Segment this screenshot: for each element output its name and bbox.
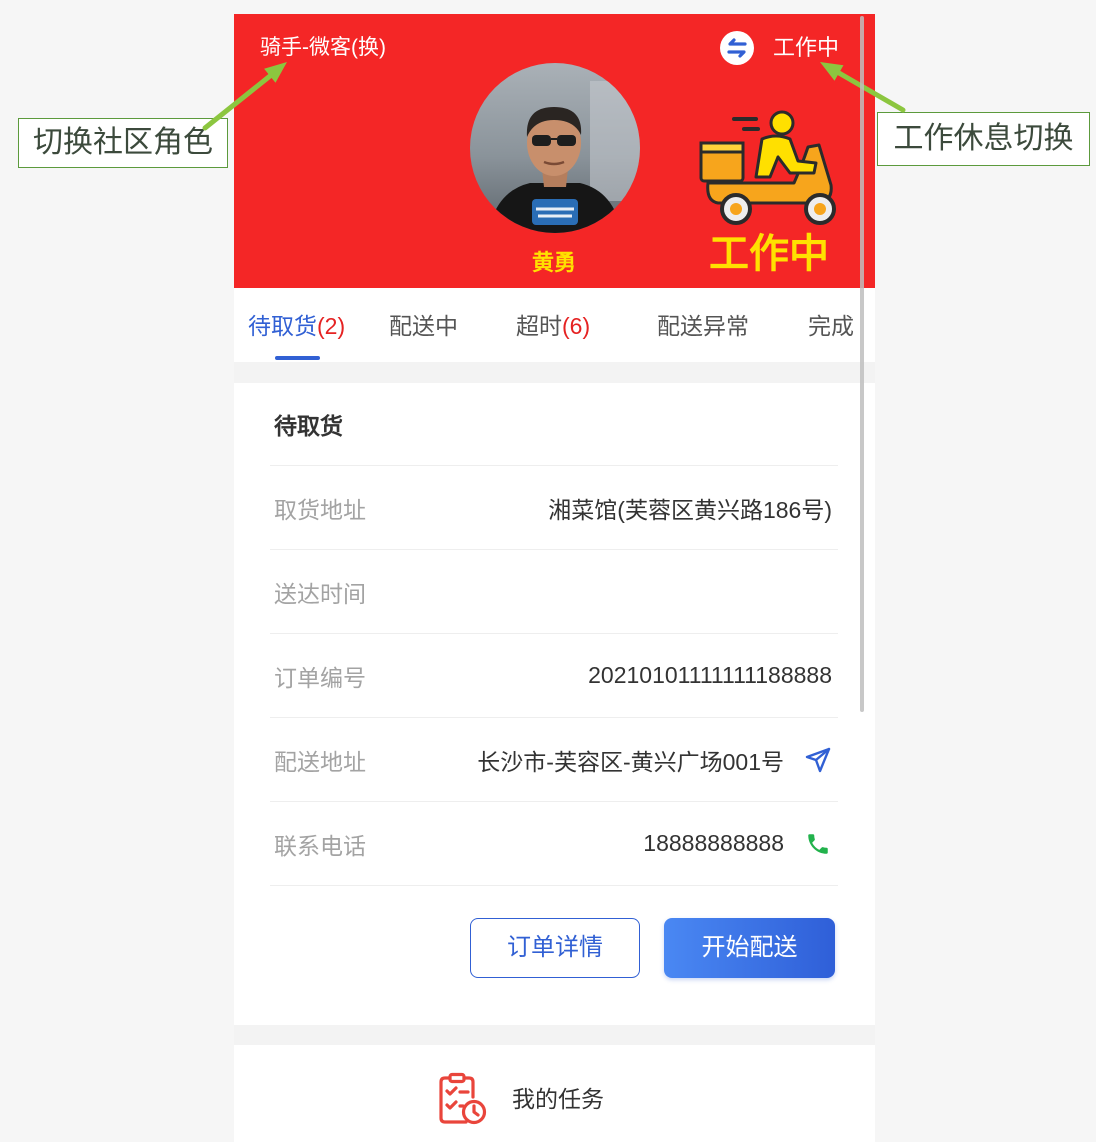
phone-icon[interactable] (805, 831, 831, 857)
tab-pending-pickup[interactable]: 待取货(2) (248, 288, 345, 362)
tab-label: 配送异常 (657, 313, 749, 339)
annotation-role-switch: 切换社区角色 (18, 118, 228, 168)
delivery-scooter-illustration (698, 105, 840, 227)
tab-label: 完成 (808, 313, 854, 339)
scooter-rider-icon (699, 110, 836, 225)
task-clipboard-icon[interactable] (437, 1072, 487, 1126)
delivery-address-label: 配送地址 (274, 748, 366, 775)
order-status-tabs: 待取货(2) 配送中 超时(6) 配送异常 完成 (234, 288, 875, 362)
role-switch-link[interactable]: 骑手-微客(换) (260, 35, 386, 61)
order-card-title: 待取货 (274, 413, 343, 439)
paper-plane-icon[interactable] (804, 746, 832, 774)
row-delivery-address: 配送地址 长沙市-芙容区-黄兴广场001号 (270, 717, 838, 801)
annotation-work-rest-switch: 工作休息切换 (877, 112, 1090, 166)
order-detail-list: 取货地址 湘菜馆(芙蓉区黄兴路186号) 送达时间 订单编号 202101011… (270, 465, 838, 886)
scrollbar-thumb[interactable] (860, 16, 864, 712)
motion-lines (732, 117, 760, 131)
delivery-box (699, 141, 745, 183)
row-contact-phone: 联系电话 18888888888 (270, 801, 838, 886)
wheel-front (804, 193, 836, 225)
tab-label: 超时 (516, 313, 562, 339)
row-delivery-time: 送达时间 (270, 549, 838, 633)
tab-count: (2) (317, 313, 346, 339)
tab-delivering[interactable]: 配送中 (389, 288, 458, 362)
tab-overtime[interactable]: 超时(6) (516, 288, 590, 362)
order-detail-button[interactable]: 订单详情 (470, 918, 640, 978)
order-number-value: 20210101111111188888 (588, 662, 832, 688)
swap-icon[interactable] (720, 31, 754, 65)
active-tab-indicator (275, 356, 320, 360)
contact-phone-value: 18888888888 (643, 830, 784, 856)
work-status-toggle[interactable]: 工作中 (720, 31, 839, 65)
status-banner: 工作中 (709, 232, 829, 276)
avatar (470, 63, 640, 233)
section-divider (234, 1025, 875, 1045)
work-status-label[interactable]: 工作中 (773, 35, 839, 61)
tab-count: (6) (562, 313, 591, 339)
start-delivery-button[interactable]: 开始配送 (664, 918, 835, 978)
my-tasks-entry[interactable]: 我的任务 (437, 1072, 604, 1126)
wheel-rear (720, 193, 752, 225)
row-pickup-address: 取货地址 湘菜馆(芙蓉区黄兴路186号) (270, 465, 838, 549)
my-tasks-label[interactable]: 我的任务 (512, 1084, 604, 1114)
tab-label: 配送中 (389, 313, 458, 339)
delivery-time-label: 送达时间 (274, 580, 366, 607)
user-avatar-photo (470, 63, 640, 233)
delivery-address-value: 长沙市-芙容区-黄兴广场001号 (477, 748, 784, 775)
user-name: 黄勇 (531, 250, 576, 275)
phone-screen: 骑手-微客(换) 工作中 黄勇 工作中 待取货(2) 配送中 超时(6) 配送异… (234, 14, 875, 1142)
pickup-address-label: 取货地址 (274, 496, 366, 523)
rider-header: 骑手-微客(换) 工作中 黄勇 工作中 (234, 14, 875, 288)
navigate-button[interactable] (804, 746, 832, 774)
tab-label: 待取货 (248, 313, 317, 339)
call-button[interactable] (804, 830, 832, 858)
pickup-address-value: 湘菜馆(芙蓉区黄兴路186号) (548, 496, 832, 523)
order-card: 待取货 取货地址 湘菜馆(芙蓉区黄兴路186号) 送达时间 订单编号 20210… (234, 383, 875, 1025)
row-order-number: 订单编号 20210101111111188888 (270, 633, 838, 717)
contact-phone-label: 联系电话 (274, 832, 366, 859)
rider (754, 110, 818, 179)
order-number-label: 订单编号 (274, 664, 366, 691)
footer-menu: 我的任务 (234, 1045, 875, 1142)
section-divider (234, 362, 875, 383)
tab-completed[interactable]: 完成 (808, 288, 854, 362)
tab-delivery-exception[interactable]: 配送异常 (657, 288, 749, 362)
